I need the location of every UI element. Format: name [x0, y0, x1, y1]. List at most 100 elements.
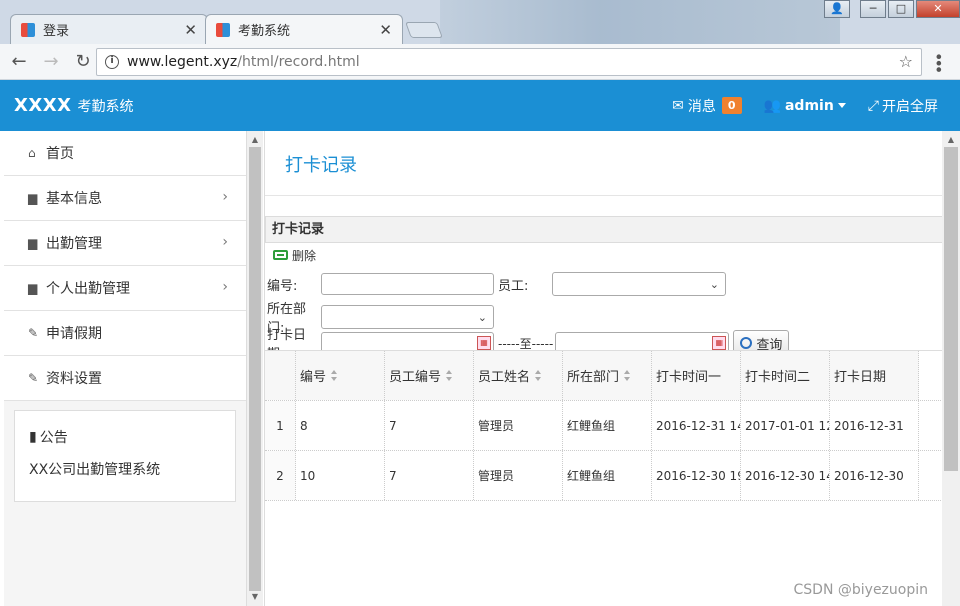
tab-close-icon[interactable]: ✕ — [184, 21, 197, 39]
notice-box: ▮ 公告 XX公司出勤管理系统 — [14, 410, 236, 502]
row-number: 2 — [265, 451, 296, 500]
back-arrow-icon[interactable]: ← — [6, 49, 32, 75]
column-header[interactable]: 员工姓名 — [474, 351, 563, 400]
scroll-up-icon[interactable]: ▲ — [942, 133, 960, 147]
filter-id-label: 编号: — [267, 278, 298, 294]
edit-icon: ✎ — [28, 371, 39, 385]
filter-id-input[interactable] — [321, 273, 494, 295]
minimize-icon[interactable]: ─ — [860, 0, 886, 18]
date-range-separator: -----至----- — [498, 336, 554, 351]
chevron-down-icon: ⌄ — [477, 311, 487, 324]
chevron-right-icon: › — [222, 279, 228, 295]
chevron-down-icon: ⌄ — [709, 278, 719, 291]
browser-menu-icon[interactable]: ••• — [929, 52, 948, 71]
scroll-thumb[interactable] — [944, 147, 958, 471]
browser-tab-login[interactable]: 登录 ✕ — [10, 14, 208, 44]
sidebar-scrollbar[interactable]: ▲ ▼ — [247, 131, 263, 606]
users-icon: 👥 — [763, 97, 781, 114]
address-bar[interactable]: i www.legent.xyz/html/record.html ☆ — [96, 48, 922, 76]
table-cell: 管理员 — [474, 401, 563, 450]
search-icon — [740, 337, 753, 349]
sidebar-item-profile-settings[interactable]: ✎ 资料设置 — [4, 356, 246, 401]
filter-employee-label: 员工: — [498, 278, 529, 294]
user-name: admin — [784, 97, 834, 114]
browser-toolbar: ← → ↻ i www.legent.xyz/html/record.html … — [0, 44, 960, 80]
url-host: www.legent.xyz — [127, 54, 238, 70]
file-icon: ▆ — [28, 236, 38, 250]
notice-text: XX公司出勤管理系统 — [29, 462, 161, 478]
user-menu-button[interactable]: 👥 admin — [764, 98, 846, 114]
sidebar-item-label: 资料设置 — [46, 371, 102, 387]
tab-favicon-icon — [21, 22, 35, 37]
messages-button[interactable]: ✉ 消息 0 — [672, 96, 742, 116]
table-cell: 红鲤鱼组 — [563, 401, 652, 450]
tab-close-icon[interactable]: ✕ — [379, 21, 392, 39]
fullscreen-button[interactable]: ⤢ 开启全屏 — [868, 96, 938, 116]
user-profile-icon[interactable]: 👤 — [824, 0, 850, 18]
column-header[interactable]: 员工编号 — [385, 351, 474, 400]
table-cell: 2016-12-30 19: — [652, 451, 741, 500]
delete-icon — [273, 250, 288, 260]
bookmark-icon: ▮ — [29, 429, 37, 445]
tab-title: 登录 — [43, 24, 70, 39]
sidebar-item-label: 出勤管理 — [46, 236, 102, 252]
divider — [265, 195, 943, 196]
scroll-down-icon[interactable]: ▼ — [247, 590, 263, 604]
new-tab-button[interactable] — [405, 22, 443, 38]
sort-icon[interactable] — [535, 370, 542, 381]
maximize-icon[interactable]: □ — [888, 0, 914, 18]
table-cell: 10 — [296, 451, 385, 500]
calendar-icon[interactable]: ▦ — [712, 336, 727, 350]
sidebar-item-basic-info[interactable]: ▆ 基本信息 › — [4, 176, 246, 221]
sidebar-item-personal-attendance[interactable]: ▆ 个人出勤管理 › — [4, 266, 246, 311]
sort-icon[interactable] — [446, 370, 453, 381]
messages-count-badge: 0 — [721, 97, 742, 114]
chevron-right-icon: › — [222, 234, 228, 250]
window-controls: 👤 ─ □ ✕ — [822, 0, 960, 18]
table-cell: 7 — [385, 451, 474, 500]
tab-favicon-icon — [216, 22, 230, 37]
window-close-icon[interactable]: ✕ — [916, 0, 960, 18]
browser-tabstrip: 登录 ✕ 考勤系统 ✕ 👤 ─ □ ✕ — [0, 0, 960, 44]
page-title: 打卡记录 — [285, 155, 357, 176]
sidebar-item-attendance-mgmt[interactable]: ▆ 出勤管理 › — [4, 221, 246, 266]
sidebar-item-label: 个人出勤管理 — [46, 281, 130, 297]
column-header[interactable]: 打卡时间二 — [741, 351, 830, 400]
brand-subtitle: 考勤系统 — [77, 98, 134, 115]
scroll-up-icon[interactable]: ▲ — [247, 133, 263, 147]
sidebar-item-label: 基本信息 — [46, 191, 102, 207]
filter-employee-select[interactable]: ⌄ — [552, 272, 726, 296]
sidebar-item-home[interactable]: ⌂ 首页 — [4, 131, 246, 176]
reload-icon[interactable]: ↻ — [70, 49, 96, 75]
file-icon: ▆ — [28, 281, 38, 295]
sidebar: ⌂ 首页 ▆ 基本信息 › ▆ 出勤管理 › ▆ 个人出勤管理 › ✎ 申请假期… — [4, 131, 247, 606]
table-cell: 2016-12-31 — [830, 401, 919, 450]
browser-tab-attendance[interactable]: 考勤系统 ✕ — [205, 14, 403, 44]
brand-logo[interactable]: XXXX — [14, 95, 72, 116]
scroll-thumb[interactable] — [249, 147, 261, 591]
tab-title: 考勤系统 — [238, 24, 291, 39]
column-header[interactable]: 打卡日期 — [830, 351, 919, 400]
column-header[interactable]: 所在部门 — [563, 351, 652, 400]
main-scrollbar[interactable]: ▲ — [942, 131, 960, 606]
chevron-right-icon: › — [222, 189, 228, 205]
table-cell: 2017-01-01 12: — [741, 401, 830, 450]
bookmark-star-icon[interactable]: ☆ — [899, 52, 913, 71]
app-header: XXXX 考勤系统 ✉ 消息 0 👥 admin ⤢ 开启全屏 — [0, 80, 960, 131]
sidebar-item-apply-leave[interactable]: ✎ 申请假期 — [4, 311, 246, 356]
row-number-header — [265, 351, 296, 400]
table-row[interactable]: 1 8 7 管理员 红鲤鱼组 2016-12-31 14: 2017-01-01… — [265, 401, 943, 451]
table-row[interactable]: 2 10 7 管理员 红鲤鱼组 2016-12-30 19: 2016-12-3… — [265, 451, 943, 501]
delete-button[interactable]: 删除 — [292, 247, 316, 264]
record-panel: 打卡记录 删除 编号: 员工: ⌄ 所在部门: ⌄ 打卡日期: ▦ -----至… — [265, 216, 943, 606]
sort-icon[interactable] — [624, 370, 631, 381]
site-info-icon[interactable]: i — [105, 55, 119, 69]
main-content: 打卡记录 打卡记录 删除 编号: 员工: ⌄ 所在部门: ⌄ 打卡日期: ▦ -… — [264, 131, 943, 606]
column-header[interactable]: 编号 — [296, 351, 385, 400]
caret-down-icon — [837, 103, 846, 108]
forward-arrow-icon[interactable]: → — [38, 49, 64, 75]
table-cell: 管理员 — [474, 451, 563, 500]
column-header[interactable]: 打卡时间一 — [652, 351, 741, 400]
calendar-icon[interactable]: ▦ — [477, 336, 491, 350]
sort-icon[interactable] — [331, 370, 338, 381]
